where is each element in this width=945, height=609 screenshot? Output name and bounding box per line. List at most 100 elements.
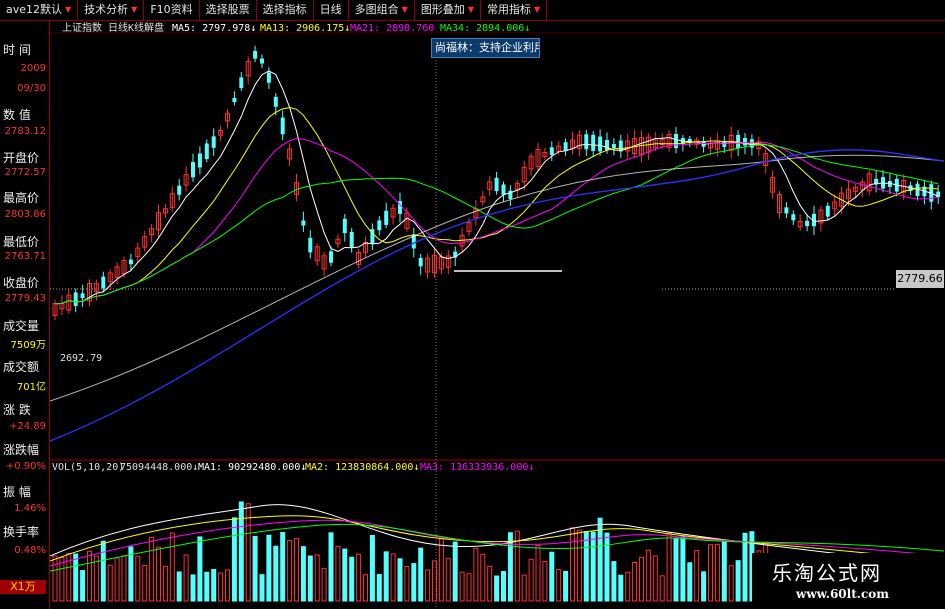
price-legend: 上证指数 日线 K线解盘 MA5: 2797.978↓ MA13: 2906.175↓… <box>60 21 530 364</box>
menu-item-8[interactable]: 常用指标 ▼ <box>481 0 548 20</box>
symbol-label: 上证指数 日线 <box>62 21 128 34</box>
volume-bar-up <box>363 574 368 602</box>
high-value: 2803.86 <box>4 209 46 220</box>
volume-bar-down <box>100 540 106 602</box>
volume-bar-up <box>356 553 362 602</box>
volume-bar-up <box>335 545 341 602</box>
volume-bar-down <box>735 560 741 602</box>
volume-unit-badge: X1万 <box>0 580 46 594</box>
time-label: 时 间 <box>3 43 31 57</box>
volume-bar-up <box>570 527 575 602</box>
volume-bar-down <box>721 541 727 602</box>
volume-bar-down <box>238 501 244 602</box>
volume-bar-down <box>211 568 217 602</box>
watermark-url: www.60lt.com <box>796 587 889 601</box>
menu-item-label: 选择指标 <box>262 3 307 16</box>
volume-bar-up <box>714 543 720 602</box>
close-label: 收盘价 <box>3 276 40 290</box>
volume-bar-down <box>369 534 375 602</box>
volume-bar-up <box>107 564 113 602</box>
menu-item-6[interactable]: 多图组合 ▼ <box>349 0 415 20</box>
menu-item-5[interactable]: 日线 <box>314 0 349 20</box>
volume-bar-down <box>397 558 403 602</box>
volume-bar-up <box>135 555 141 602</box>
candle-body-down <box>825 205 830 217</box>
candle-body-down <box>418 257 423 267</box>
volume-bar-down <box>687 562 693 602</box>
dropdown-arrow-icon: ▼ <box>467 5 474 14</box>
candle-body-down <box>280 117 285 135</box>
cursor-price-tag: 2779.66 <box>896 270 944 288</box>
candle-body-down <box>501 184 506 195</box>
volume-bar-up <box>473 547 479 602</box>
news-popup[interactable]: 尚福林：支持企业利用 <box>431 38 540 58</box>
menu-item-3[interactable]: 选择股票 <box>200 0 257 20</box>
menu-item-label: 选择股票 <box>205 3 250 16</box>
amount-value: 701亿 <box>16 382 46 393</box>
menu-item-label: 多图组合 <box>354 3 399 16</box>
candle-body-down <box>80 293 85 299</box>
candle-body-down <box>342 218 347 234</box>
volume-bar-up <box>321 567 327 602</box>
volume-bar-up <box>87 550 92 602</box>
volume-bar-down <box>266 534 272 602</box>
volume-bar-up <box>632 561 638 602</box>
volume-bar-up <box>93 555 99 602</box>
volume-bar-down <box>549 551 555 602</box>
candle-body-down <box>791 214 796 221</box>
menu-item-4[interactable]: 选择指标 <box>257 0 314 20</box>
volume-bar-up <box>183 554 189 602</box>
menu-item-0[interactable]: ave12默认 ▼ <box>0 0 79 20</box>
stock-terminal-window: ave12默认 ▼ 技术分析 ▼ F10资料 选择股票 选择指标 日线 多图组合 ▼ 图形叠加 ▼ 常用… <box>0 0 945 609</box>
volume-bar-up <box>535 544 541 602</box>
turnover-label: 换手率 <box>3 525 40 539</box>
candle-body-down <box>784 207 789 214</box>
menu-item-1[interactable]: 技术分析 ▼ <box>78 0 145 20</box>
volume-bar-down <box>349 556 355 602</box>
volume-bar-down <box>176 571 182 602</box>
candle-body-down <box>494 177 499 192</box>
volume-bar-up <box>645 549 651 602</box>
ma5-legend: MA5: 2797.978↓ <box>172 23 256 34</box>
chart-grid <box>50 32 945 609</box>
candle-body-down <box>349 231 354 248</box>
volume-bar-up <box>521 574 527 602</box>
volume-value: 7509万 <box>10 340 46 351</box>
volume-bar-up <box>694 550 700 602</box>
candle-body-down <box>211 136 216 148</box>
candle-body-down <box>611 143 616 149</box>
candle-body-down <box>128 259 133 265</box>
candle-body-down <box>191 162 195 178</box>
volume-bar-up <box>466 573 472 602</box>
volume-bar-up <box>459 571 465 602</box>
volume-bar-up <box>121 555 127 602</box>
candle-body-down <box>584 134 589 150</box>
candlestick-series <box>52 45 941 320</box>
menu-item-2[interactable]: F10资料 <box>144 0 200 20</box>
menu-item-label: ave12默认 <box>6 3 63 16</box>
candle-body-down <box>177 185 182 195</box>
value-label: 数 值 <box>3 108 31 122</box>
volume-bar-up <box>542 560 548 602</box>
candle-body-down <box>598 136 603 152</box>
candle-body-down <box>563 142 568 151</box>
menu-item-7[interactable]: 图形叠加 ▼ <box>415 0 481 20</box>
volume-bar-down <box>501 571 506 602</box>
dropdown-arrow-icon: ▼ <box>533 5 541 14</box>
menu-bar: ave12默认 ▼ 技术分析 ▼ F10资料 选择股票 选择指标 日线 多图组合 ▼ 图形叠加 ▼ 常用… <box>0 0 945 21</box>
watermark-title: 乐淘公式网 <box>772 561 882 585</box>
amplitude-label: 振 幅 <box>3 485 31 499</box>
volume-bar-up <box>294 538 299 602</box>
time-date-value: 09/30 <box>17 83 46 94</box>
kline-chart[interactable]: 上证指数 日线 K线解盘 MA5: 2797.978↓ MA13: 2906.175↓… <box>50 21 945 609</box>
vol-ma1-legend: MA1: 90292480.000↓ <box>198 462 306 473</box>
volume-bar-down <box>307 555 313 602</box>
volume-bar-up <box>114 557 120 602</box>
candle-body-down <box>377 220 382 231</box>
volume-bar-up <box>390 553 396 602</box>
volume-bar-down <box>597 517 603 602</box>
volume-bar-down <box>494 575 500 602</box>
volume-bar-down <box>231 517 237 602</box>
volume-bar-up <box>149 536 155 602</box>
volume-bar-down <box>342 548 348 602</box>
